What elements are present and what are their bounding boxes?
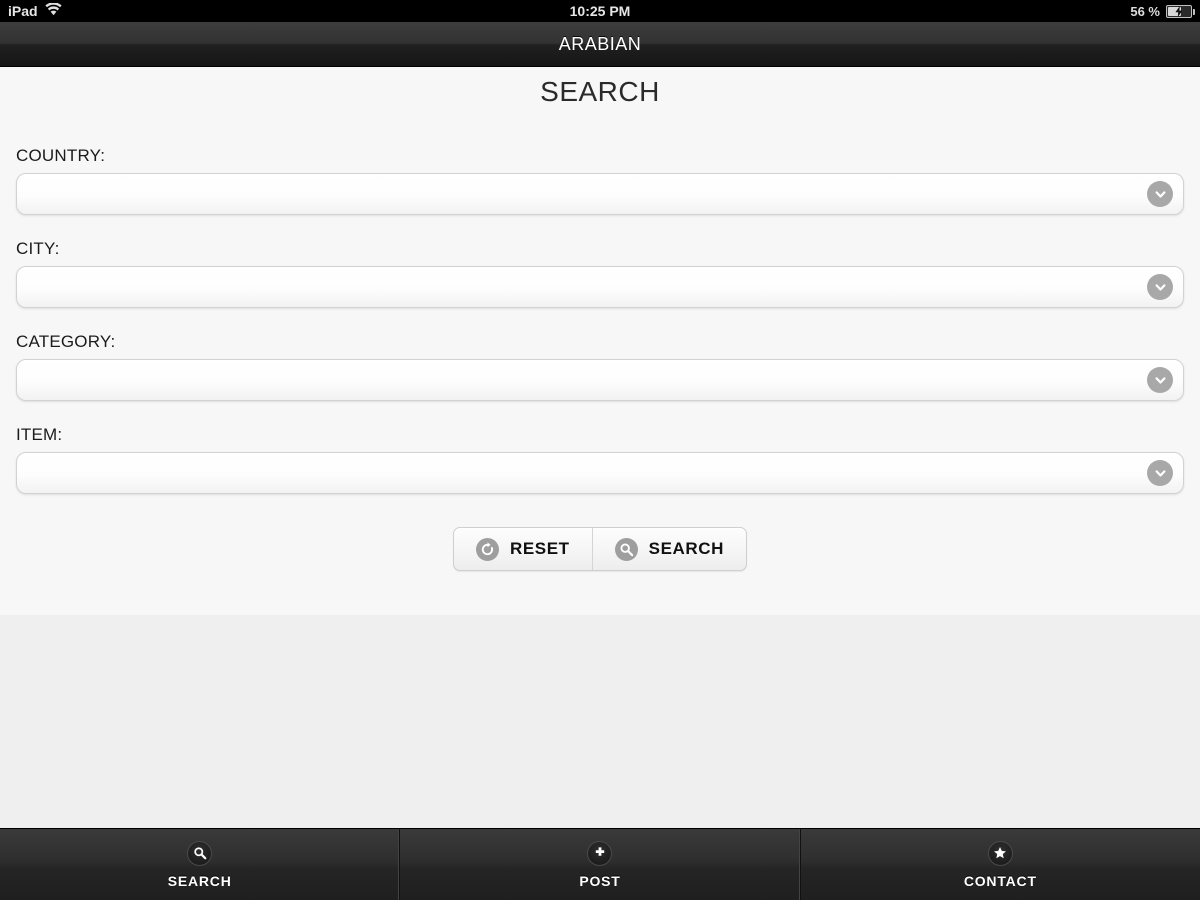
field-group-country: COUNTRY: — [16, 146, 1184, 215]
search-button[interactable]: SEARCH — [591, 528, 746, 570]
page-title: SEARCH — [540, 76, 660, 107]
status-bar: iPad 10:25 PM 56 % — [0, 0, 1200, 22]
tab-search-label: SEARCH — [167, 872, 232, 889]
carrier-label: iPad — [8, 3, 38, 19]
search-icon — [187, 840, 213, 866]
search-icon — [614, 537, 638, 561]
chevron-down-icon[interactable] — [1147, 460, 1173, 486]
field-group-item: ITEM: — [16, 425, 1184, 494]
label-city: CITY: — [16, 239, 60, 258]
refresh-icon — [475, 537, 499, 561]
search-button-label: SEARCH — [648, 539, 725, 558]
field-group-city: CITY: — [16, 239, 1184, 308]
chevron-down-icon[interactable] — [1147, 181, 1173, 207]
tab-post-label: POST — [579, 872, 621, 889]
field-group-category: CATEGORY: — [16, 332, 1184, 401]
select-category[interactable] — [16, 359, 1184, 401]
plus-icon — [587, 840, 613, 866]
status-bar-left: iPad — [8, 2, 62, 19]
reset-button[interactable]: RESET — [454, 528, 592, 570]
label-item: ITEM: — [16, 425, 63, 444]
reset-button-label: RESET — [509, 539, 570, 558]
battery-charging-icon — [1166, 4, 1195, 18]
status-bar-clock: 10:25 PM — [569, 3, 631, 19]
tab-search[interactable]: SEARCH — [0, 829, 401, 900]
chevron-down-icon[interactable] — [1147, 367, 1173, 393]
select-item[interactable] — [16, 452, 1184, 494]
chevron-down-icon[interactable] — [1147, 274, 1173, 300]
segmented-control: RESET SEARCH — [452, 527, 748, 571]
select-city[interactable] — [16, 266, 1184, 308]
app-title: ARABIAN — [558, 33, 642, 54]
select-country[interactable] — [16, 173, 1184, 215]
wifi-icon — [44, 2, 62, 19]
navigation-bar: ARABIAN — [0, 22, 1200, 67]
tab-contact-label: CONTACT — [963, 872, 1037, 889]
battery-percent-label: 56 % — [1130, 3, 1160, 19]
form-actions: RESET SEARCH — [16, 527, 1184, 571]
status-bar-right: 56 % — [1130, 0, 1195, 22]
tab-contact[interactable]: CONTACT — [801, 829, 1200, 900]
star-icon — [987, 840, 1013, 866]
label-country: COUNTRY: — [16, 146, 106, 165]
empty-area — [0, 615, 1200, 828]
tab-post[interactable]: POST — [400, 829, 801, 900]
search-form-panel: SEARCH COUNTRY: CITY: CATEGORY: ITEM: RE… — [0, 67, 1200, 615]
ipad-screen: iPad 10:25 PM 56 % ARABIAN SEARCH COUNTR… — [0, 0, 1200, 900]
label-category: CATEGORY: — [16, 332, 116, 351]
tab-bar: SEARCH POST CONTACT — [0, 828, 1200, 900]
